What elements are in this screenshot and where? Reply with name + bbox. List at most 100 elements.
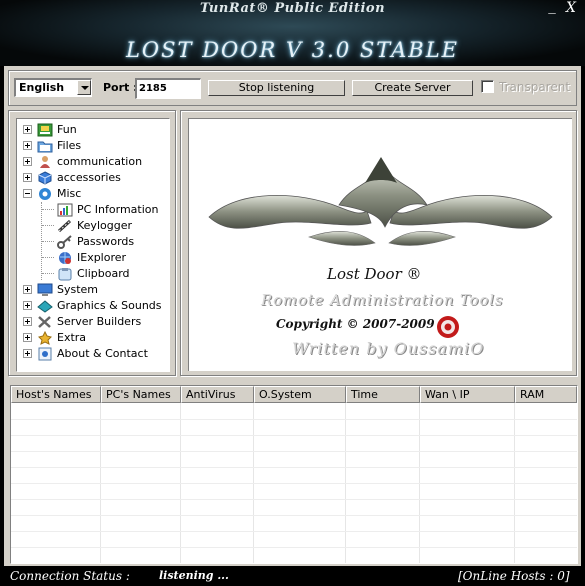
function-tree[interactable]: Fun Files communication accessories Misc: [16, 118, 170, 372]
expand-icon[interactable]: [23, 300, 32, 310]
expand-icon[interactable]: [23, 316, 32, 326]
tree-item-label: Extra: [57, 330, 87, 344]
tree-item-label: accessories: [57, 170, 121, 184]
graphics-icon: [37, 298, 53, 313]
column-header-ram[interactable]: RAM: [515, 386, 577, 403]
tree-item-label: System: [57, 282, 99, 296]
monitor-icon: [37, 282, 53, 296]
minimize-button[interactable]: _: [544, 0, 560, 14]
column-header-wan-ip[interactable]: Wan \ IP: [420, 386, 515, 403]
port-label: Port :: [103, 81, 138, 94]
main-window: TunRat® Public Edition LOST DOOR V 3.0 S…: [0, 0, 585, 586]
connection-status-value: listening ...: [159, 569, 229, 582]
column-header-host[interactable]: Host's Names: [11, 386, 101, 403]
tree-item-accessories[interactable]: accessories: [23, 169, 121, 185]
column-header-pc[interactable]: PC's Names: [101, 386, 181, 403]
app-title: LOST DOOR V 3.0 STABLE: [125, 38, 460, 62]
create-server-button[interactable]: Create Server: [352, 80, 473, 96]
grid-line: [11, 515, 577, 516]
grid-line: [11, 435, 577, 436]
tree-item-label: IExplorer: [77, 250, 127, 264]
tree-item-system[interactable]: System: [23, 281, 98, 297]
tools-icon: [37, 314, 53, 328]
column-header-time[interactable]: Time: [346, 386, 420, 403]
tree-item-about-contact[interactable]: About & Contact: [23, 345, 148, 361]
grid-line: [11, 499, 577, 500]
logo-panel: Lost Door ® Romote Administration Tools …: [188, 118, 572, 371]
tree-item-label: About & Contact: [57, 346, 148, 360]
grid-line: [11, 467, 577, 468]
title-bar[interactable]: TunRat® Public Edition LOST DOOR V 3.0 S…: [0, 0, 585, 66]
fun-icon: [37, 122, 53, 137]
expand-icon[interactable]: [23, 348, 32, 358]
grid-line: [11, 531, 577, 532]
user-icon: [37, 154, 53, 168]
language-select[interactable]: English: [14, 78, 92, 97]
logo-author: Written by OussamiO: [292, 339, 485, 358]
expand-icon[interactable]: [23, 332, 32, 342]
expand-icon[interactable]: [23, 172, 32, 182]
status-bar: Connection Status : listening ... [OnLin…: [0, 566, 585, 586]
tree-item-label: Graphics & Sounds: [57, 298, 162, 312]
tree-item-extra[interactable]: Extra: [23, 329, 86, 345]
cube-icon: [37, 170, 53, 185]
tree-item-fun[interactable]: Fun: [23, 121, 77, 137]
column-header-antivirus[interactable]: AntiVirus: [181, 386, 254, 403]
hosts-list[interactable]: Host's Names PC's Names AntiVirus O.Syst…: [10, 385, 578, 564]
transparent-checkbox[interactable]: [481, 80, 494, 93]
expand-icon[interactable]: [23, 124, 32, 134]
tree-item-graphics-sounds[interactable]: Graphics & Sounds: [23, 297, 162, 313]
tree-connector: [42, 257, 54, 258]
tree-item-server-builders[interactable]: Server Builders: [23, 313, 141, 329]
tree-item-iexplorer[interactable]: IExplorer: [57, 249, 126, 265]
port-value: 2185: [139, 83, 167, 94]
ornament-logo: [208, 157, 553, 338]
tree-item-pc-information[interactable]: PC Information: [57, 201, 159, 217]
column-header-os[interactable]: O.System: [254, 386, 346, 403]
gear-icon: [37, 186, 53, 200]
tree-item-label: Server Builders: [57, 314, 142, 328]
key-icon: [57, 234, 73, 249]
tree-item-files[interactable]: Files: [23, 137, 81, 153]
tree-item-label: PC Information: [77, 202, 159, 216]
edition-label: TunRat® Public Edition: [199, 1, 386, 16]
grid-line: [11, 547, 577, 548]
connection-status-label: Connection Status :: [10, 569, 130, 583]
chevron-down-icon[interactable]: [77, 80, 91, 95]
keyboard-icon: [57, 218, 73, 233]
online-hosts-count: [OnLine Hosts : 0]: [458, 569, 570, 583]
port-input[interactable]: 2185: [135, 78, 201, 99]
tree-item-misc[interactable]: Misc: [23, 185, 81, 201]
tree-connector: [42, 241, 54, 242]
tree-item-passwords[interactable]: Passwords: [57, 233, 134, 249]
tree-item-label: Fun: [57, 122, 77, 136]
stop-listening-button[interactable]: Stop listening: [208, 80, 345, 96]
transparent-label: Transparent: [499, 80, 571, 94]
language-value: English: [19, 81, 65, 94]
tree-item-clipboard[interactable]: Clipboard: [57, 265, 130, 281]
expand-icon[interactable]: [23, 140, 32, 150]
close-button[interactable]: X: [563, 0, 579, 16]
expand-icon[interactable]: [23, 284, 32, 294]
tree-item-communication[interactable]: communication: [23, 153, 142, 169]
tree-item-label: Misc: [57, 186, 82, 200]
grid-line: [11, 419, 577, 420]
grid-line: [11, 483, 577, 484]
tree-item-label: Passwords: [77, 234, 135, 248]
tree-item-label: Keylogger: [77, 218, 132, 232]
hosts-header: Host's Names PC's Names AntiVirus O.Syst…: [11, 386, 577, 403]
expand-icon[interactable]: [23, 156, 32, 166]
tree-item-label: Clipboard: [77, 266, 130, 280]
tree-item-keylogger[interactable]: Keylogger: [57, 217, 132, 233]
tree-item-label: communication: [57, 154, 143, 168]
collapse-icon[interactable]: [23, 188, 32, 198]
client-area: English Port : 2185 Stop listening Creat…: [4, 66, 581, 566]
logo-subtitle: Romote Administration Tools: [261, 291, 504, 309]
chart-icon: [57, 202, 73, 217]
tree-item-label: Files: [57, 138, 82, 152]
help-icon: [37, 346, 53, 361]
logo-copyright: Copyright © 2007-2009: [276, 317, 435, 331]
star-icon: [37, 330, 53, 345]
tree-connector: [42, 273, 54, 274]
tree-connector: [42, 225, 54, 226]
